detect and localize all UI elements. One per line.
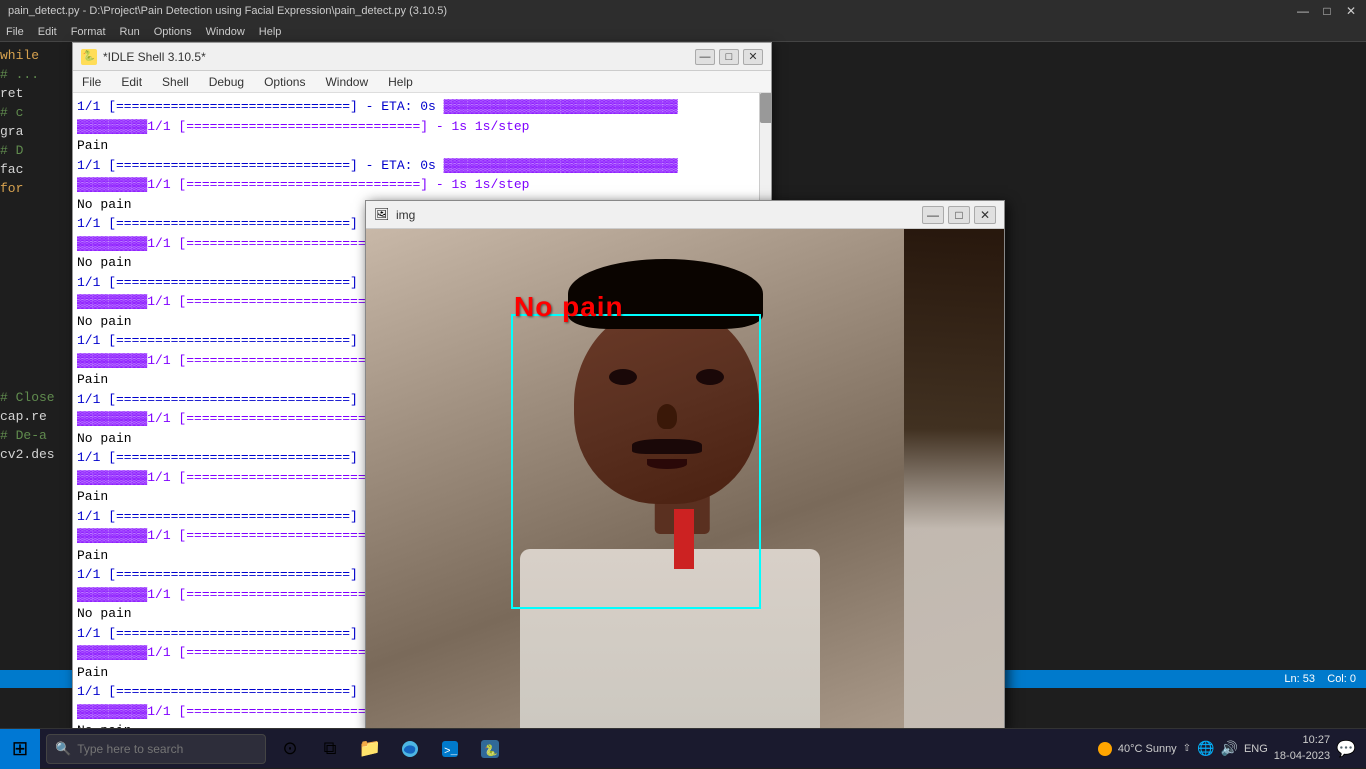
- img-window: 🖼 img — □ ✕: [365, 200, 1005, 730]
- code-menu-options[interactable]: Options: [154, 26, 192, 38]
- taskbar-icon-multitask[interactable]: ⧉: [312, 731, 348, 767]
- idle-menu-options[interactable]: Options: [261, 74, 308, 90]
- taskbar-app-icons: ⊙ ⧉ 📁 >_ 🐍: [272, 731, 508, 767]
- code-text-for: for: [0, 181, 23, 196]
- idle-menu-shell[interactable]: Shell: [159, 74, 192, 90]
- taskbar-right: 40°C Sunny ⇧ 🌐 🔊 ENG 10:27 18-04-2023 💬: [1098, 733, 1366, 764]
- taskbar-search-box[interactable]: 🔍: [46, 734, 266, 764]
- img-win-buttons: — □ ✕: [922, 206, 996, 224]
- search-icon: 🔍: [55, 741, 71, 757]
- idle-minimize-button[interactable]: —: [695, 49, 715, 65]
- code-text-deal: # De-a: [0, 428, 47, 443]
- status-ln-col: Ln: 53 Col: 0: [1284, 673, 1356, 685]
- idle-menubar: File Edit Shell Debug Options Window Hel…: [73, 71, 771, 93]
- taskbar-icon-vscode[interactable]: >_: [432, 731, 468, 767]
- idle-title: *IDLE Shell 3.10.5*: [103, 50, 689, 64]
- second-person: [904, 229, 1004, 729]
- code-menu-run[interactable]: Run: [120, 26, 140, 38]
- code-text-gra: gra: [0, 124, 23, 139]
- svg-text:🐍: 🐍: [484, 744, 498, 757]
- idle-icon: 🐍: [81, 49, 97, 65]
- code-maximize-button[interactable]: □: [1320, 4, 1334, 18]
- code-text-fac: fac: [0, 162, 23, 177]
- code-close-button[interactable]: ✕: [1344, 4, 1358, 18]
- idle-titlebar: 🐍 *IDLE Shell 3.10.5* — □ ✕: [73, 43, 771, 71]
- code-text-comment3: # D: [0, 143, 23, 158]
- weather-text: 40°C Sunny: [1118, 743, 1177, 755]
- search-input[interactable]: [77, 742, 257, 756]
- code-text-ret: ret: [0, 86, 23, 101]
- code-menu-format[interactable]: Format: [71, 26, 106, 38]
- taskbar-icon-python[interactable]: 🐍: [472, 731, 508, 767]
- lang-badge: ENG: [1244, 743, 1268, 755]
- status-col: Col: 0: [1327, 673, 1356, 685]
- code-text-cv2: cv2.des: [0, 447, 55, 462]
- code-menu-window[interactable]: Window: [206, 26, 245, 38]
- taskbar-clock: 10:27 18-04-2023: [1274, 733, 1330, 764]
- idle-scrollthumb[interactable]: [760, 93, 771, 123]
- shell-line-4: ▓▓▓▓▓▓▓▓▓1/1 [==========================…: [77, 175, 767, 195]
- idle-menu-help[interactable]: Help: [385, 74, 416, 90]
- code-text-comment1: # ...: [0, 67, 39, 82]
- code-menubar: File Edit Format Run Options Window Help: [0, 22, 1366, 42]
- shell-line-2: ▓▓▓▓▓▓▓▓▓1/1 [==========================…: [77, 117, 767, 137]
- taskbar: ⊞ 🔍 ⊙ ⧉ 📁 >_: [0, 728, 1366, 768]
- shell-line-3: 1/1 [==============================] - E…: [77, 156, 767, 176]
- img-close-button[interactable]: ✕: [974, 206, 996, 224]
- shell-line-1: 1/1 [==============================] - E…: [77, 97, 767, 117]
- code-text-while: while: [0, 48, 39, 63]
- tray-network[interactable]: 🌐: [1197, 740, 1214, 757]
- code-menu-help[interactable]: Help: [259, 26, 282, 38]
- notification-icon[interactable]: 💬: [1336, 739, 1356, 759]
- taskbar-icon-cortana[interactable]: ⊙: [272, 731, 308, 767]
- face-detection-box: [511, 314, 761, 609]
- desktop: pain_detect.py - D:\Project\Pain Detecti…: [0, 0, 1366, 768]
- idle-win-buttons: — □ ✕: [695, 49, 763, 65]
- taskbar-time-display: 10:27: [1274, 733, 1330, 748]
- tray-speaker[interactable]: 🔊: [1221, 740, 1238, 757]
- idle-menu-edit[interactable]: Edit: [118, 74, 145, 90]
- img-title: img: [396, 208, 916, 222]
- taskbar-icon-edge[interactable]: [392, 731, 428, 767]
- idle-menu-window[interactable]: Window: [322, 74, 371, 90]
- idle-maximize-button[interactable]: □: [719, 49, 739, 65]
- idle-close-button[interactable]: ✕: [743, 49, 763, 65]
- taskbar-icon-explorer[interactable]: 📁: [352, 731, 388, 767]
- img-titlebar: 🖼 img — □ ✕: [366, 201, 1004, 229]
- tray-chevron[interactable]: ⇧: [1183, 743, 1191, 754]
- no-pain-label: No pain: [514, 291, 624, 323]
- start-button[interactable]: ⊞: [0, 729, 40, 769]
- taskbar-date-display: 18-04-2023: [1274, 749, 1330, 764]
- img-minimize-button[interactable]: —: [922, 206, 944, 224]
- img-maximize-button[interactable]: □: [948, 206, 970, 224]
- code-editor-title: pain_detect.py - D:\Project\Pain Detecti…: [8, 5, 1286, 17]
- shell-result-1: Pain: [77, 136, 767, 156]
- weather-icon: [1098, 742, 1112, 756]
- start-icon: ⊞: [12, 736, 29, 761]
- code-menu-edit[interactable]: Edit: [38, 26, 57, 38]
- code-menu-file[interactable]: File: [6, 26, 24, 38]
- svg-text:>_: >_: [444, 746, 458, 758]
- img-icon: 🖼: [374, 207, 390, 223]
- idle-menu-file[interactable]: File: [79, 74, 104, 90]
- idle-menu-debug[interactable]: Debug: [206, 74, 247, 90]
- code-minimize-button[interactable]: —: [1296, 4, 1310, 18]
- code-text-close: # Close: [0, 390, 55, 405]
- status-ln: Ln: 53: [1284, 673, 1315, 685]
- code-text-comment2: # c: [0, 105, 23, 120]
- img-content: No pain: [366, 229, 1004, 729]
- code-text-cap: cap.re: [0, 409, 47, 424]
- code-editor-titlebar: pain_detect.py - D:\Project\Pain Detecti…: [0, 0, 1366, 22]
